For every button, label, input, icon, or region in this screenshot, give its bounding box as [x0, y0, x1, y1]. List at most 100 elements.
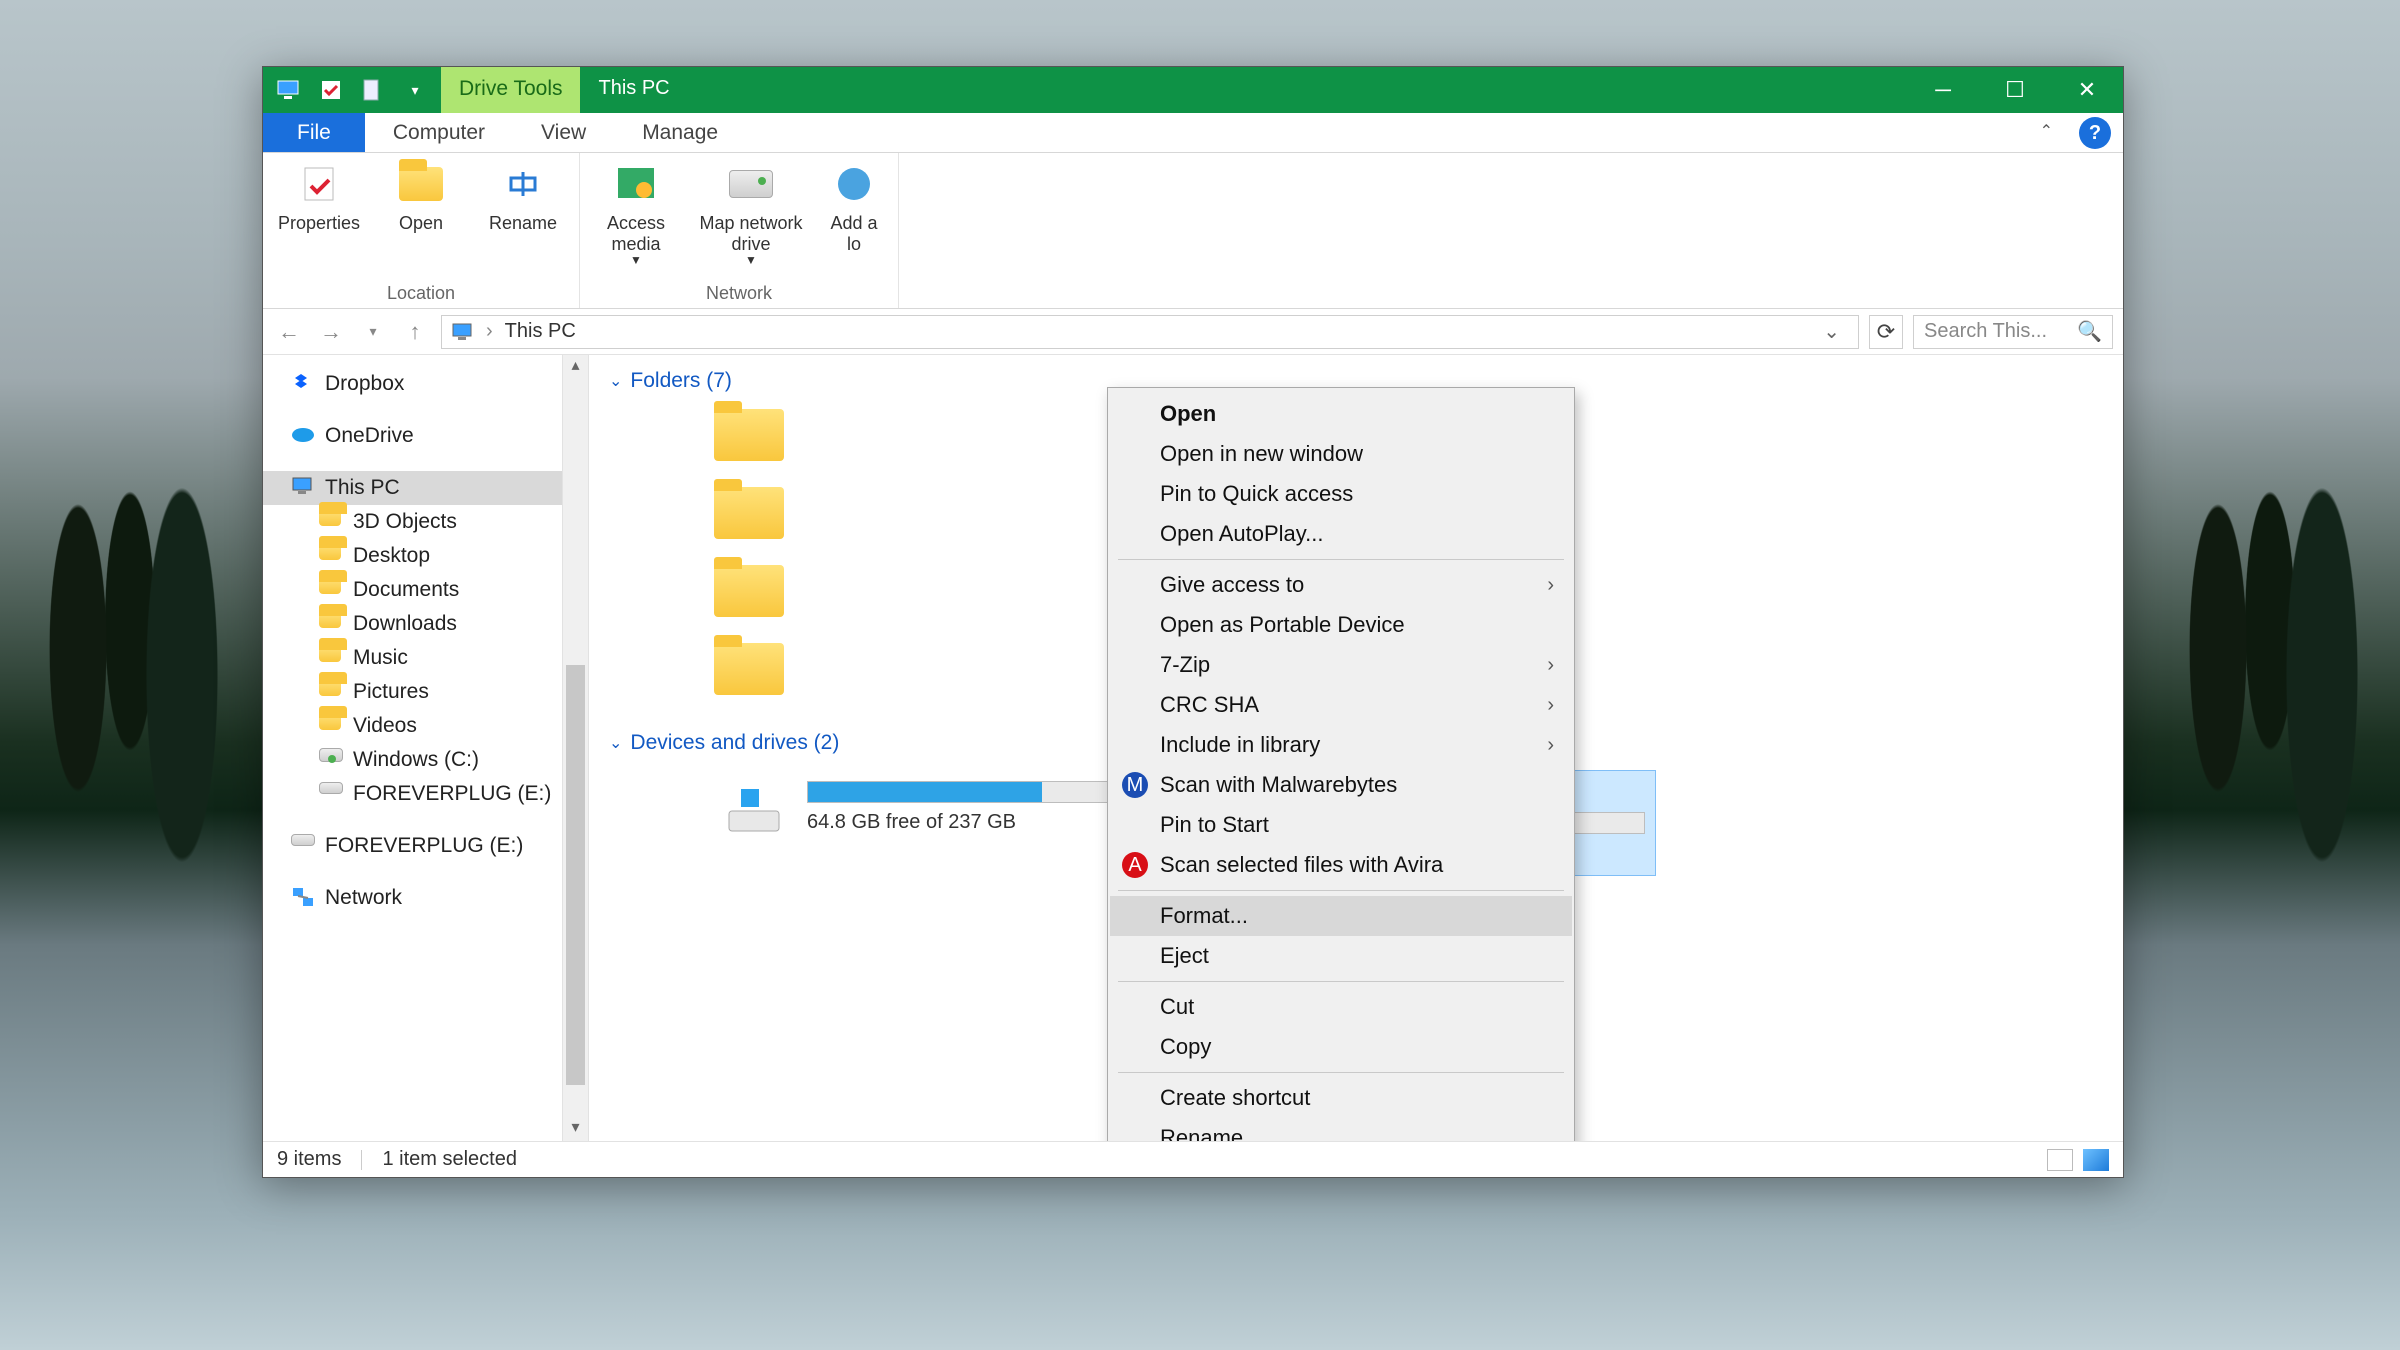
ctx-open-portable-device[interactable]: Open as Portable Device: [1110, 605, 1572, 645]
breadcrumb-chevron-icon[interactable]: ›: [486, 320, 493, 343]
tab-computer[interactable]: Computer: [365, 113, 513, 152]
avira-icon: A: [1122, 852, 1148, 878]
ctx-create-shortcut[interactable]: Create shortcut: [1110, 1078, 1572, 1118]
ctx-scan-avira[interactable]: AScan selected files with Avira: [1110, 845, 1572, 885]
qat-pc-icon[interactable]: [277, 78, 301, 102]
status-bar: 9 items 1 item selected: [263, 1141, 2123, 1177]
address-bar[interactable]: › This PC ⌄: [441, 315, 1859, 349]
view-icons-button[interactable]: [2083, 1149, 2109, 1171]
nav-documents[interactable]: Documents: [263, 573, 562, 607]
folder-icon: [319, 510, 343, 534]
nav-desktop[interactable]: Desktop: [263, 539, 562, 573]
title-bar: ▾ Drive Tools This PC ─ ☐ ✕: [263, 67, 2123, 113]
qat-properties-icon[interactable]: [319, 78, 343, 102]
folder-icon: [709, 481, 789, 545]
ribbon-properties-button[interactable]: Properties: [277, 159, 361, 234]
onedrive-icon: [291, 424, 315, 448]
help-button[interactable]: ?: [2079, 117, 2111, 149]
nav-network[interactable]: Network: [263, 881, 562, 915]
folder-icon: [319, 680, 343, 704]
ctx-scan-malwarebytes[interactable]: MScan with Malwarebytes: [1110, 765, 1572, 805]
nav-foreverplug-e-root[interactable]: FOREVERPLUG (E:): [263, 829, 562, 863]
nav-recent-dropdown[interactable]: ▾: [357, 316, 389, 348]
scroll-down-icon[interactable]: ▾: [563, 1117, 588, 1141]
ribbon-access-media-label: Access media: [594, 213, 678, 254]
tab-view[interactable]: View: [513, 113, 614, 152]
media-icon: [611, 159, 661, 209]
ribbon-collapse-button[interactable]: ⌃: [2026, 113, 2067, 152]
nav-pictures[interactable]: Pictures: [263, 675, 562, 709]
folder-item[interactable]: [709, 481, 1169, 545]
search-box[interactable]: Search This... 🔍: [1913, 315, 2113, 349]
open-folder-icon: [396, 159, 446, 209]
ctx-pin-to-start[interactable]: Pin to Start: [1110, 805, 1572, 845]
ribbon-group-location: Location: [277, 283, 565, 308]
ribbon: Properties Open Rename Location Access m…: [263, 153, 2123, 309]
nav-back-button[interactable]: ←: [273, 316, 305, 348]
ctx-7zip[interactable]: 7-Zip›: [1110, 645, 1572, 685]
dropbox-icon: [291, 372, 315, 396]
folder-icon: [709, 403, 789, 467]
nav-forward-button[interactable]: →: [315, 316, 347, 348]
ribbon-map-drive-label: Map network drive: [696, 213, 806, 254]
ctx-cut[interactable]: Cut: [1110, 987, 1572, 1027]
folder-icon: [709, 559, 789, 623]
contextual-tab-drive-tools[interactable]: Drive Tools: [441, 67, 580, 113]
chevron-right-icon: ›: [1547, 734, 1554, 757]
ctx-include-in-library[interactable]: Include in library›: [1110, 725, 1572, 765]
refresh-button[interactable]: ⟳: [1869, 315, 1903, 349]
qat-new-folder-icon[interactable]: [361, 78, 385, 102]
malwarebytes-icon: M: [1122, 772, 1148, 798]
drive-windows-c[interactable]: 64.8 GB free of 237 GB: [709, 771, 1139, 875]
nav-onedrive[interactable]: OneDrive: [263, 419, 562, 453]
ribbon-rename-button[interactable]: Rename: [481, 159, 565, 234]
scroll-up-icon[interactable]: ▴: [563, 355, 588, 379]
maximize-button[interactable]: ☐: [1979, 67, 2051, 113]
usb-drive-icon: [291, 834, 315, 858]
folder-item[interactable]: [709, 637, 1169, 701]
qat-dropdown-icon[interactable]: ▾: [403, 78, 427, 102]
ctx-pin-quick-access[interactable]: Pin to Quick access: [1110, 474, 1572, 514]
folder-icon: [319, 578, 343, 602]
ribbon-open-button[interactable]: Open: [379, 159, 463, 234]
view-details-button[interactable]: [2047, 1149, 2073, 1171]
nav-downloads[interactable]: Downloads: [263, 607, 562, 641]
ctx-open[interactable]: Open: [1110, 394, 1572, 434]
ctx-copy[interactable]: Copy: [1110, 1027, 1572, 1067]
folder-item[interactable]: [709, 403, 1169, 467]
ctx-format[interactable]: Format...: [1110, 896, 1572, 936]
ctx-give-access-to[interactable]: Give access to›: [1110, 565, 1572, 605]
ribbon-map-drive-button[interactable]: Map network drive▼: [696, 159, 806, 268]
drive-c-free-text: 64.8 GB free of 237 GB: [807, 811, 1129, 834]
ctx-rename[interactable]: Rename: [1110, 1118, 1572, 1141]
nav-foreverplug-e[interactable]: FOREVERPLUG (E:): [263, 777, 562, 811]
nav-dropbox[interactable]: Dropbox: [263, 367, 562, 401]
ctx-open-new-window[interactable]: Open in new window: [1110, 434, 1572, 474]
nav-music[interactable]: Music: [263, 641, 562, 675]
status-item-count: 9 items: [277, 1148, 341, 1171]
nav-up-button[interactable]: ↑: [399, 316, 431, 348]
nav-videos[interactable]: Videos: [263, 709, 562, 743]
scroll-thumb[interactable]: [566, 665, 585, 1085]
context-menu: Open Open in new window Pin to Quick acc…: [1107, 387, 1575, 1141]
nav-windows-c[interactable]: Windows (C:): [263, 743, 562, 777]
nav-this-pc[interactable]: This PC: [263, 471, 562, 505]
network-icon: [291, 886, 315, 910]
ribbon-group-network: Network: [594, 283, 884, 308]
chevron-down-icon: ⌄: [609, 733, 622, 753]
ribbon-access-media-button[interactable]: Access media▼: [594, 159, 678, 268]
ctx-open-autoplay[interactable]: Open AutoPlay...: [1110, 514, 1572, 554]
tab-file[interactable]: File: [263, 113, 365, 152]
breadcrumb-this-pc[interactable]: This PC: [505, 320, 576, 343]
address-dropdown-button[interactable]: ⌄: [1815, 319, 1848, 344]
tab-manage[interactable]: Manage: [614, 113, 746, 152]
ribbon-add-location-button[interactable]: Add alo: [824, 159, 884, 268]
folder-item[interactable]: [709, 559, 1169, 623]
ctx-eject[interactable]: Eject: [1110, 936, 1572, 976]
ctx-crc-sha[interactable]: CRC SHA›: [1110, 685, 1572, 725]
content-pane: ⌄Folders (7) Desktop Downloads Pictures …: [589, 355, 2123, 1141]
nav-scrollbar[interactable]: ▴ ▾: [563, 355, 589, 1141]
nav-3d-objects[interactable]: 3D Objects: [263, 505, 562, 539]
minimize-button[interactable]: ─: [1907, 67, 1979, 113]
close-button[interactable]: ✕: [2051, 67, 2123, 113]
